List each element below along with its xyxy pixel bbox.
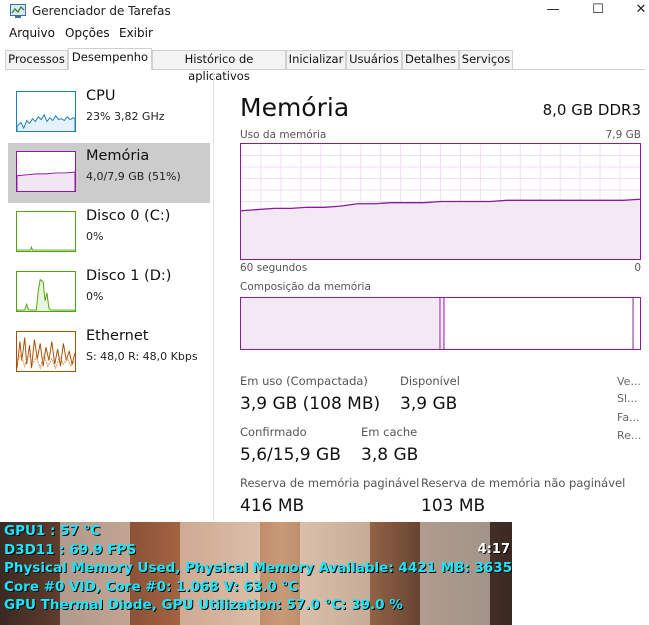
stat-slots-truncated: Sl... [617, 392, 638, 405]
sidebar-label-memoria: Memória [86, 148, 150, 164]
stat-nonpaged-value: 103 MB [421, 496, 486, 516]
menu-arquivo[interactable]: Arquivo [9, 26, 55, 40]
disk1-thumbnail-graph [16, 271, 76, 312]
tab-historico[interactable]: Histórico de aplicativos [152, 50, 286, 83]
stat-in-use-label: Em uso (Compactada) [240, 374, 368, 388]
task-manager-window: Gerenciador de Tarefas — ☐ ✕ Arquivo Opç… [0, 0, 649, 625]
osd-clock: 4:17 [477, 542, 510, 557]
sidebar-sub-ethernet: S: 48,0 R: 48,0 Kbps [86, 350, 198, 363]
sidebar-item-disco0[interactable]: Disco 0 (C:) 0% [8, 203, 210, 263]
tab-processos[interactable]: Processos [5, 50, 68, 69]
cpu-thumbnail-graph [16, 91, 76, 132]
memory-spec: 8,0 GB DDR3 [542, 101, 641, 119]
osd-fps: D3D11 : 69.9 FPS [4, 542, 137, 558]
tab-strip: Processos Desempenho Histórico de aplica… [5, 48, 645, 83]
sidebar-item-disco1[interactable]: Disco 1 (D:) 0% [8, 263, 210, 323]
window-title: Gerenciador de Tarefas [32, 4, 171, 18]
stat-committed-label: Confirmado [240, 425, 307, 439]
usage-graph-label: Uso da memória [240, 129, 327, 141]
page-title: Memória [240, 93, 350, 122]
osd-gpu-utilization: GPU Thermal Diode, GPU Utilization: 57.0… [4, 597, 403, 613]
stat-committed-value: 5,6/15,9 GB [240, 445, 341, 465]
stat-speed-truncated: Ve... [617, 375, 641, 388]
sidebar-sub-disco0: 0% [86, 230, 104, 243]
sidebar-sub-cpu: 23% 3,82 GHz [86, 110, 165, 123]
disk0-thumbnail-graph [16, 211, 76, 252]
stat-available-label: Disponível [400, 374, 460, 388]
stat-cached-value: 3,8 GB [361, 445, 419, 465]
task-manager-icon [10, 4, 26, 18]
stat-paged-value: 416 MB [240, 496, 305, 516]
composition-label: Composição da memória [240, 281, 371, 293]
tab-desempenho[interactable]: Desempenho [68, 48, 152, 70]
stat-available-value: 3,9 GB [400, 394, 458, 414]
stat-form-truncated: Fa... [617, 411, 640, 424]
osd-gpu-temp: GPU1 : 57 °C [4, 523, 101, 539]
tab-inicializar[interactable]: Inicializar [286, 50, 346, 69]
tab-servicos[interactable]: Serviços [459, 50, 513, 69]
stat-cached-label: Em cache [361, 425, 418, 439]
usage-graph-max: 7,9 GB [605, 129, 641, 141]
title-bar[interactable]: Gerenciador de Tarefas — ☐ ✕ [0, 0, 649, 24]
stat-nonpaged-label: Reserva de memória não paginável [421, 476, 626, 490]
menu-opcoes[interactable]: Opções [65, 26, 110, 40]
ethernet-thumbnail-graph [16, 331, 76, 372]
sidebar-label-disco0: Disco 0 (C:) [86, 208, 171, 224]
hardware-monitor-overlay: GPU1 : 57 °C D3D11 : 69.9 FPS Physical M… [0, 522, 512, 625]
time-axis-right: 0 [634, 262, 641, 274]
sidebar-label-ethernet: Ethernet [86, 328, 149, 344]
tab-detalhes[interactable]: Detalhes [402, 50, 459, 69]
memory-thumbnail-graph [16, 151, 76, 192]
stat-reserved-truncated: Re... [617, 429, 642, 442]
sidebar-sub-memoria: 4,0/7,9 GB (51%) [86, 170, 181, 183]
close-button[interactable]: ✕ [618, 0, 649, 22]
sidebar-item-memoria[interactable]: Memória 4,0/7,9 GB (51%) [8, 143, 210, 203]
composition-in-use [241, 298, 441, 349]
resource-sidebar: CPU 23% 3,82 GHz Memória 4,0/7,9 GB (51%… [0, 71, 214, 521]
memory-usage-graph [240, 143, 641, 260]
stat-in-use-value: 3,9 GB (108 MB) [240, 394, 381, 414]
osd-core-vid: Core #0 VID, Core #0: 1.068 V: 63.0 °C [4, 579, 299, 595]
menu-exibir[interactable]: Exibir [119, 26, 153, 40]
sidebar-label-cpu: CPU [86, 88, 116, 104]
memory-composition-bar [240, 297, 641, 350]
time-axis-left: 60 segundos [240, 262, 308, 274]
stat-paged-label: Reserva de memória paginável [240, 476, 420, 490]
sidebar-item-ethernet[interactable]: Ethernet S: 48,0 R: 48,0 Kbps [8, 323, 210, 383]
sidebar-label-disco1: Disco 1 (D:) [86, 268, 172, 284]
minimize-button[interactable]: — [530, 0, 576, 22]
sidebar-sub-disco1: 0% [86, 290, 104, 303]
osd-physical-memory: Physical Memory Used, Physical Memory Av… [4, 560, 512, 576]
maximize-button[interactable]: ☐ [575, 0, 621, 22]
tab-usuarios[interactable]: Usuários [346, 50, 402, 69]
sidebar-item-cpu[interactable]: CPU 23% 3,82 GHz [8, 83, 210, 143]
